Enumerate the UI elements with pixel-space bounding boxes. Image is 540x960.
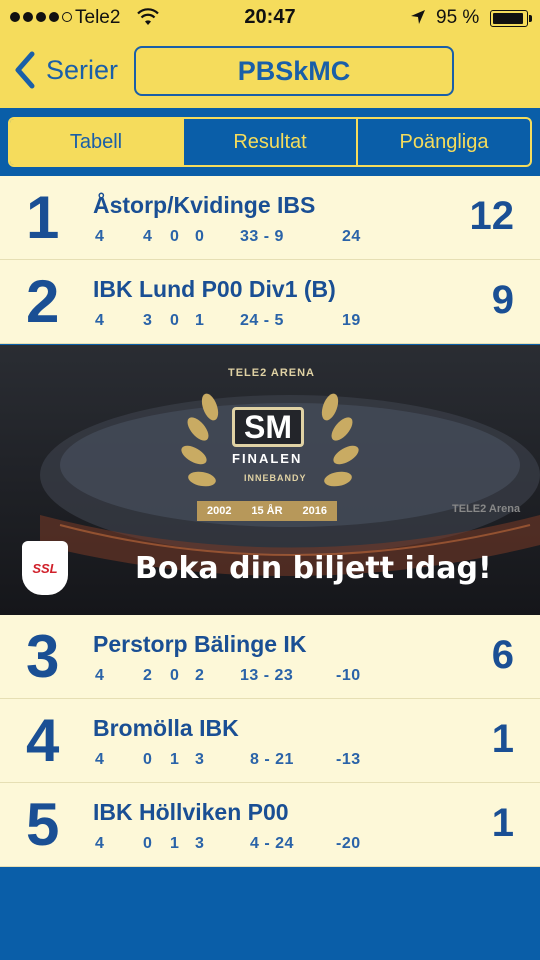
rank: 5 <box>26 791 60 858</box>
rank: 1 <box>26 184 60 251</box>
table-row[interactable]: 3 Perstorp Bälinge IK 4 2 0 2 13 - 23 -1… <box>0 615 540 699</box>
sm-logo: SM <box>232 407 304 447</box>
losses: 3 <box>195 835 205 852</box>
tab-poangliga[interactable]: Poängliga <box>356 119 530 165</box>
team-name: Bromölla IBK <box>93 715 239 741</box>
chevron-left-icon <box>15 51 35 89</box>
games-played: 4 <box>95 751 105 768</box>
status-bar: Tele2 20:47 95 % <box>0 0 540 36</box>
navigation-bar: Serier PBSkMC <box>0 36 540 108</box>
team-name: IBK Lund P00 Div1 (B) <box>93 276 336 302</box>
battery-percentage: 95 % <box>436 7 480 28</box>
draws: 1 <box>170 751 180 768</box>
draws: 0 <box>170 667 180 684</box>
losses: 1 <box>195 312 205 329</box>
games-played: 4 <box>95 835 105 852</box>
team-name: Åstorp/Kvidinge IBS <box>93 192 316 218</box>
ad-finalen-text: FINALEN <box>232 451 303 466</box>
table-row[interactable]: 1 Åstorp/Kvidinge IBS 4 4 0 0 33 - 9 24 … <box>0 176 540 260</box>
ad-arena-text: TELE2 ARENA <box>228 367 315 379</box>
battery-icon <box>490 10 528 27</box>
draws: 0 <box>170 312 180 329</box>
goal-difference: -20 <box>336 835 361 852</box>
points: 1 <box>491 717 514 761</box>
draws: 0 <box>170 228 180 245</box>
table-row[interactable]: 4 Bromölla IBK 4 0 1 3 8 - 21 -13 1 <box>0 699 540 783</box>
ad-innebandy-text: INNEBANDY <box>244 473 307 483</box>
games-played: 4 <box>95 312 105 329</box>
goals: 4 - 24 <box>250 835 294 852</box>
goals: 33 - 9 <box>240 228 284 245</box>
points: 12 <box>469 194 515 238</box>
games-played: 4 <box>95 667 105 684</box>
losses: 3 <box>195 751 205 768</box>
goals: 13 - 23 <box>240 667 294 684</box>
goals: 8 - 21 <box>250 751 294 768</box>
wins: 0 <box>143 751 153 768</box>
goal-difference: -10 <box>336 667 361 684</box>
goal-difference: -13 <box>336 751 361 768</box>
points: 1 <box>491 801 514 845</box>
venue-sign: TELE2 Arena <box>452 503 521 515</box>
location-arrow-icon <box>410 9 426 31</box>
wins: 4 <box>143 228 153 245</box>
goals: 24 - 5 <box>240 312 284 329</box>
team-name: IBK Höllviken P00 <box>93 799 289 825</box>
segmented-control: Tabell Resultat Poängliga <box>8 117 532 167</box>
ad-tagline: Boka din biljett idag! <box>135 551 492 586</box>
back-button[interactable]: Serier <box>12 50 118 90</box>
losses: 0 <box>195 228 205 245</box>
back-label: Serier <box>46 54 119 85</box>
wins: 2 <box>143 667 153 684</box>
table-row[interactable]: 2 IBK Lund P00 Div1 (B) 4 3 0 1 24 - 5 1… <box>0 260 540 344</box>
points: 6 <box>491 633 514 677</box>
goal-difference: 19 <box>342 312 361 329</box>
table-row[interactable]: 5 IBK Höllviken P00 4 0 1 3 4 - 24 -20 1 <box>0 783 540 867</box>
draws: 1 <box>170 835 180 852</box>
anniversary-ribbon: 2002 15 ÅR 2016 <box>197 501 337 521</box>
losses: 2 <box>195 667 205 684</box>
ad-banner[interactable]: TELE2 ARENA SM FINALEN INNEBANDY 2002 15 … <box>0 345 540 615</box>
points: 9 <box>491 278 514 322</box>
rank: 4 <box>26 707 60 774</box>
ssl-logo: SSL <box>22 541 68 595</box>
tab-bar: Tabell Resultat Poängliga <box>0 108 540 176</box>
tab-resultat[interactable]: Resultat <box>182 119 356 165</box>
team-name: Perstorp Bälinge IK <box>93 631 307 657</box>
wins: 0 <box>143 835 153 852</box>
tab-tabell[interactable]: Tabell <box>10 119 182 165</box>
goal-difference: 24 <box>342 228 361 245</box>
rank: 2 <box>26 268 60 335</box>
page-title: PBSkMC <box>134 46 454 96</box>
games-played: 4 <box>95 228 105 245</box>
wins: 3 <box>143 312 153 329</box>
rank: 3 <box>26 623 60 690</box>
